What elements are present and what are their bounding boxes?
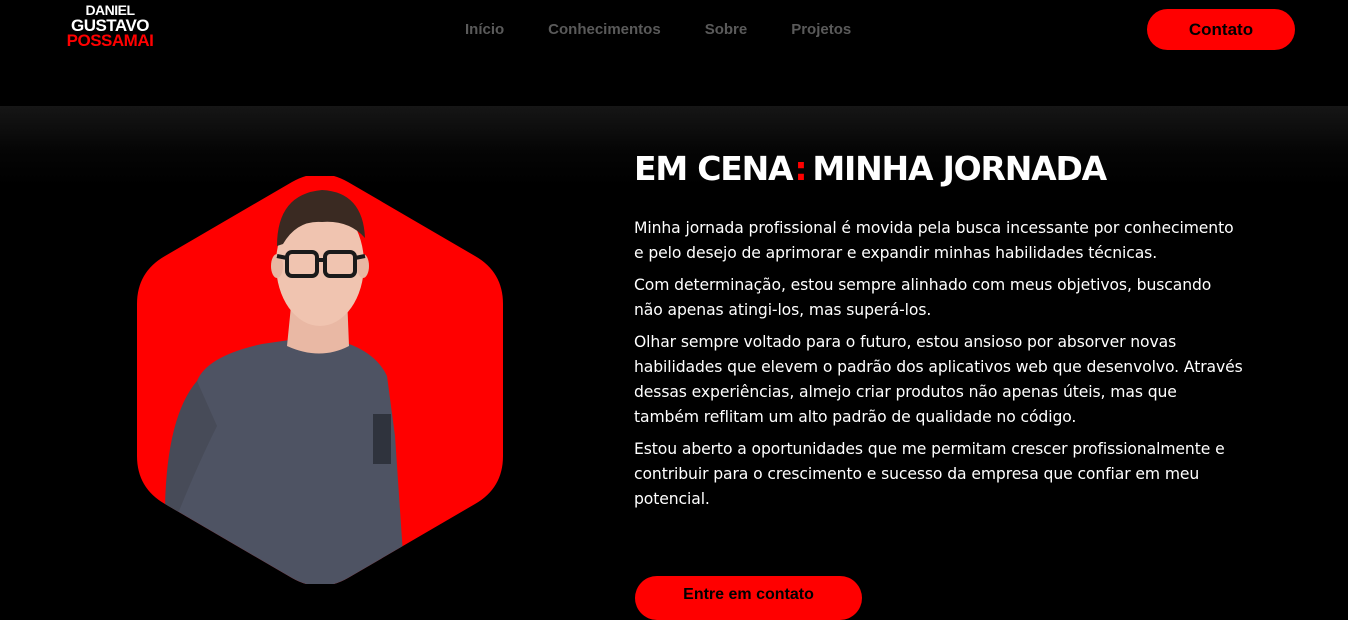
about-title: EM CENA: MINHA JORNADA (634, 148, 1107, 190)
contact-button[interactable]: Contato (1147, 9, 1295, 50)
shirt-pocket (373, 414, 391, 464)
profile-photo (137, 176, 503, 584)
about-title-colon: : (794, 149, 807, 188)
person-shirt (167, 336, 405, 584)
about-paragraph-2: Com determinação, estou sempre alinhado … (634, 276, 1212, 319)
nav-item-projetos[interactable]: Projetos (791, 20, 851, 40)
about-title-part1: EM CENA (634, 149, 794, 188)
main-nav: Início Conhecimentos Sobre Projetos (465, 20, 851, 40)
about-paragraph-4: Estou aberto a oportunidades que me perm… (634, 440, 1225, 508)
nav-item-conhecimentos[interactable]: Conhecimentos (548, 20, 661, 40)
about-paragraph-3: Olhar sempre voltado para o futuro, esto… (634, 333, 1243, 426)
about-paragraph-1: Minha jornada profissional é movida pela… (634, 219, 1234, 262)
get-in-touch-button[interactable]: Entre em contato (635, 576, 862, 620)
about-text: Minha jornada profissional é movida pela… (634, 216, 1244, 519)
logo-line-3: POSSAMAI (66, 31, 154, 50)
nav-item-inicio[interactable]: Início (465, 20, 504, 40)
about-title-part2: MINHA JORNADA (812, 149, 1107, 188)
site-logo[interactable]: DANIEL GUSTAVO POSSAMAI (60, 3, 160, 50)
nav-item-sobre[interactable]: Sobre (705, 20, 748, 40)
site-header: DANIEL GUSTAVO POSSAMAI Início Conhecime… (0, 0, 1348, 106)
